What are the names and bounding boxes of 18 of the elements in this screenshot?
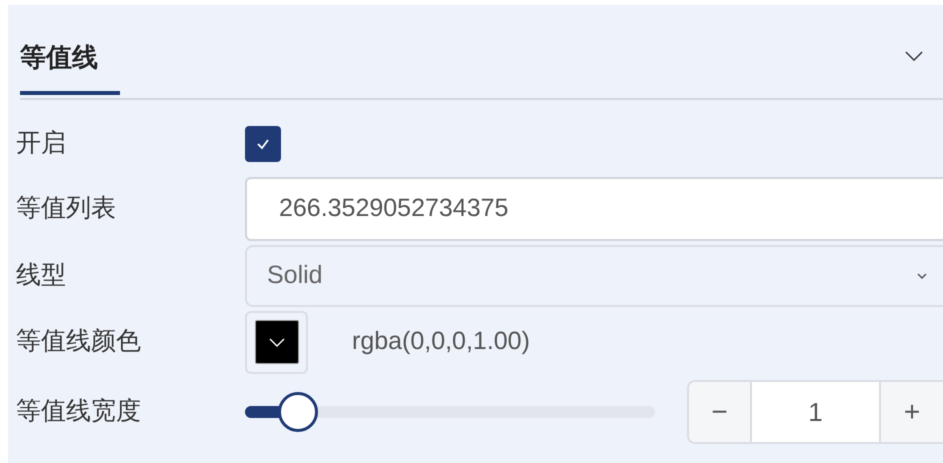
slider-handle[interactable] [278,392,318,432]
color-value: rgba(0,0,0,1.00) [352,326,530,358]
value-list-input[interactable]: 266.3529052734375 [245,176,943,240]
color-picker[interactable] [245,310,308,374]
width-input[interactable]: 1 [752,382,881,442]
width-slider[interactable] [245,392,655,432]
line-style-select[interactable]: Solid [245,245,943,307]
field-label: 等值线宽度 [16,396,142,428]
chevron-icon[interactable] [905,51,923,62]
field-label: 等值列表 [16,192,117,224]
field-label: 等值线颜色 [16,326,142,358]
decrement-button[interactable]: − [689,382,752,442]
field-label: 线型 [16,260,67,292]
increment-button[interactable]: + [881,382,943,442]
enable-checkbox[interactable] [245,126,281,162]
caret-icon [268,338,284,346]
caret-icon [917,273,927,279]
field-label: 开启 [16,128,67,160]
